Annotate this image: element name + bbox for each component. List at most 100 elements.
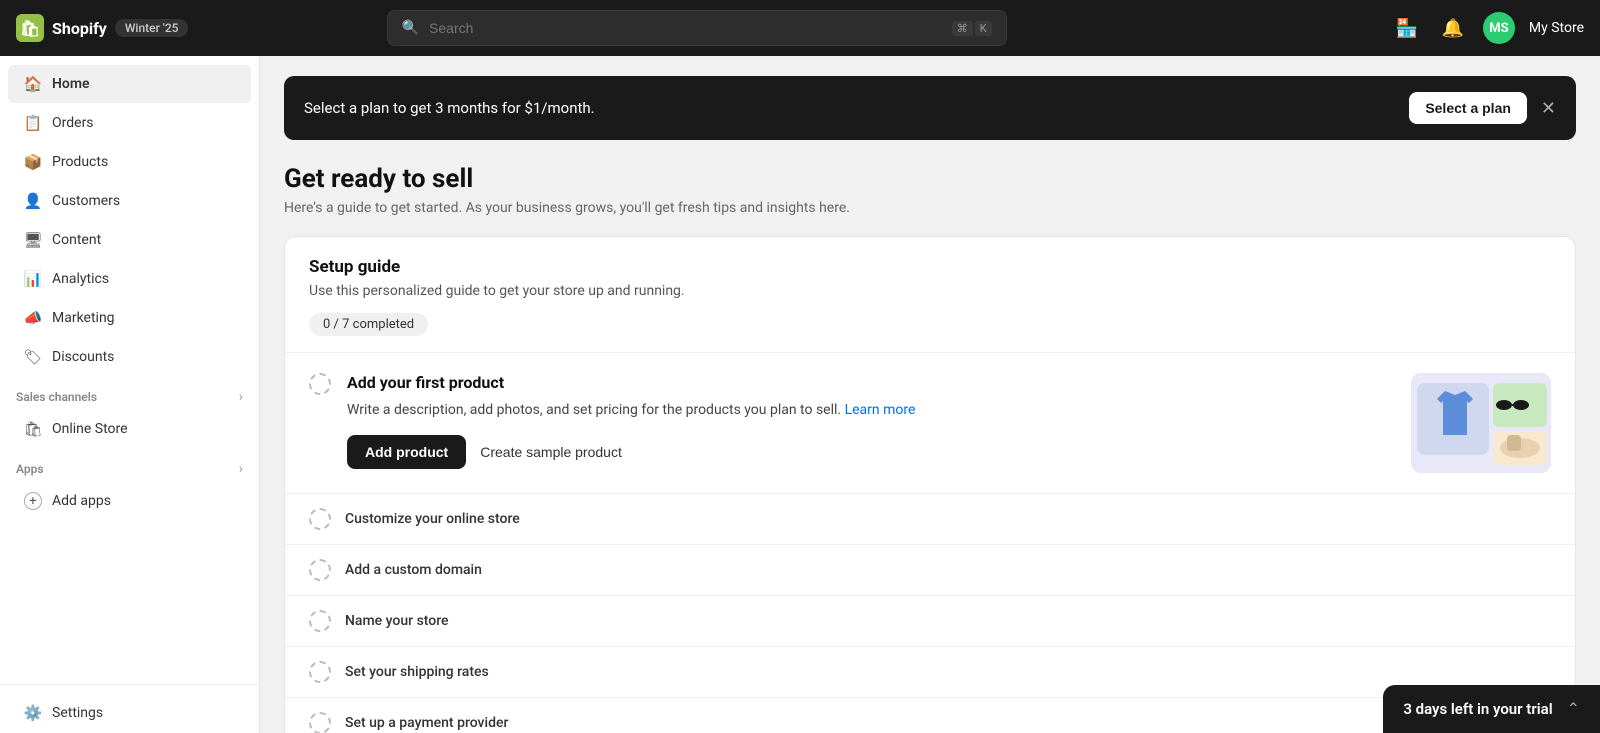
progress-badge: 0 / 7 completed xyxy=(309,313,428,336)
settings-icon: ⚙️ xyxy=(24,704,42,722)
sidebar-label-orders: Orders xyxy=(52,115,94,131)
sidebar-label-discounts: Discounts xyxy=(52,349,114,365)
sidebar-label-products: Products xyxy=(52,154,108,170)
trial-collapse-button[interactable]: ⌃ xyxy=(1567,699,1580,719)
name-store-check-circle xyxy=(309,610,331,632)
hero-title: Get ready to sell xyxy=(284,164,1576,194)
custom-domain-label: Add a custom domain xyxy=(345,562,482,578)
sidebar-label-marketing: Marketing xyxy=(52,310,115,326)
add-apps-icon: + xyxy=(24,492,42,510)
sidebar-label-analytics: Analytics xyxy=(52,271,109,287)
search-icon: 🔍 xyxy=(402,20,419,36)
banner-close-button[interactable]: ✕ xyxy=(1541,98,1556,119)
online-store-icon: 🛍 xyxy=(24,420,42,438)
sales-channels-section: Sales channels › xyxy=(0,377,259,409)
apps-section: Apps › xyxy=(0,449,259,481)
setup-item-custom-domain[interactable]: Add a custom domain xyxy=(285,544,1575,595)
notification-bell-button[interactable]: 🔔 xyxy=(1437,12,1469,44)
customers-icon: 👤 xyxy=(24,192,42,210)
sales-channels-chevron-icon: › xyxy=(239,389,243,405)
sidebar-item-online-store[interactable]: 🛍 Online Store xyxy=(8,410,251,448)
add-product-title: Add your first product xyxy=(347,373,1395,392)
custom-domain-check-circle xyxy=(309,559,331,581)
add-product-content: Add your first product Write a descripti… xyxy=(347,373,1395,469)
sidebar-label-add-apps: Add apps xyxy=(52,493,111,509)
banner-text: Select a plan to get 3 months for $1/mon… xyxy=(304,99,1409,117)
trial-days-number: 3 xyxy=(1403,700,1412,718)
product-illustration-svg xyxy=(1411,373,1551,473)
winter-badge: Winter '25 xyxy=(115,19,189,37)
sidebar-label-home: Home xyxy=(52,76,90,92)
sidebar-item-marketing[interactable]: 📣 Marketing xyxy=(8,299,251,337)
setup-guide-description: Use this personalized guide to get your … xyxy=(309,283,1551,299)
sidebar-item-products[interactable]: 📦 Products xyxy=(8,143,251,181)
app-name: Shopify xyxy=(52,19,107,38)
sidebar: 🏠 Home 📋 Orders 📦 Products 👤 Customers 🖥 xyxy=(0,56,260,733)
shopify-bag-icon: 🛍 xyxy=(16,14,44,42)
sidebar-item-customers[interactable]: 👤 Customers xyxy=(8,182,251,220)
add-product-actions: Add product Create sample product xyxy=(347,435,1395,469)
home-icon: 🏠 xyxy=(24,75,42,93)
sidebar-item-home[interactable]: 🏠 Home xyxy=(8,65,251,103)
add-product-learn-more-link[interactable]: Learn more xyxy=(845,402,916,418)
sidebar-label-content: Content xyxy=(52,232,101,248)
store-name: My Store xyxy=(1529,20,1584,36)
setup-item-customize-store[interactable]: Customize your online store xyxy=(285,493,1575,544)
setup-item-name-store[interactable]: Name your store xyxy=(285,595,1575,646)
apps-label: Apps xyxy=(16,462,44,476)
hero-subtitle: Here's a guide to get started. As your b… xyxy=(284,200,1576,216)
orders-icon: 📋 xyxy=(24,114,42,132)
content-icon: 🖥 xyxy=(24,231,42,249)
sidebar-label-settings: Settings xyxy=(52,705,103,721)
main-content: Select a plan to get 3 months for $1/mon… xyxy=(260,56,1600,733)
apps-chevron-icon: › xyxy=(239,461,243,477)
search-shortcut: ⌘ K xyxy=(952,21,992,36)
name-store-label: Name your store xyxy=(345,613,449,629)
shortcut-symbol: ⌘ xyxy=(952,21,973,36)
trial-days: 3 days left in your trial xyxy=(1403,700,1552,718)
main-layout: 🏠 Home 📋 Orders 📦 Products 👤 Customers 🖥 xyxy=(0,56,1600,733)
trial-message: days left in your trial xyxy=(1416,700,1553,718)
sidebar-item-add-apps[interactable]: + Add apps xyxy=(8,482,251,520)
top-navigation: 🛍 Shopify Winter '25 🔍 ⌘ K 🏪 🔔 MS My Sto… xyxy=(0,0,1600,56)
sidebar-item-settings[interactable]: ⚙️ Settings xyxy=(8,694,251,732)
topnav-right: 🏪 🔔 MS My Store xyxy=(1391,12,1584,44)
search-bar[interactable]: 🔍 ⌘ K xyxy=(387,10,1007,46)
customize-store-label: Customize your online store xyxy=(345,511,520,527)
sidebar-item-content[interactable]: 🖥 Content xyxy=(8,221,251,259)
marketing-icon: 📣 xyxy=(24,309,42,327)
setup-item-payment[interactable]: Set up a payment provider xyxy=(285,697,1575,733)
sidebar-item-orders[interactable]: 📋 Orders xyxy=(8,104,251,142)
sidebar-label-online-store: Online Store xyxy=(52,421,128,437)
setup-item-add-product: Add your first product Write a descripti… xyxy=(285,352,1575,493)
shortcut-key: K xyxy=(975,21,992,36)
shipping-check-circle xyxy=(309,661,331,683)
add-product-button[interactable]: Add product xyxy=(347,435,466,469)
setup-item-shipping[interactable]: Set your shipping rates xyxy=(285,646,1575,697)
analytics-icon: 📊 xyxy=(24,270,42,288)
shopify-logo: 🛍 Shopify Winter '25 xyxy=(16,14,188,42)
plan-banner: Select a plan to get 3 months for $1/mon… xyxy=(284,76,1576,140)
products-icon: 📦 xyxy=(24,153,42,171)
setup-guide-title: Setup guide xyxy=(309,257,1551,277)
storefront-icon-button[interactable]: 🏪 xyxy=(1391,12,1423,44)
add-product-desc: Write a description, add photos, and set… xyxy=(347,400,1395,421)
sales-channels-label: Sales channels xyxy=(16,390,97,404)
discounts-icon: 🏷 xyxy=(24,348,42,366)
add-product-check-circle[interactable] xyxy=(309,373,331,395)
select-plan-button[interactable]: Select a plan xyxy=(1409,92,1527,124)
shipping-label: Set your shipping rates xyxy=(345,664,489,680)
payment-check-circle xyxy=(309,712,331,733)
sidebar-item-analytics[interactable]: 📊 Analytics xyxy=(8,260,251,298)
create-sample-product-button[interactable]: Create sample product xyxy=(480,444,622,460)
payment-label: Set up a payment provider xyxy=(345,715,508,731)
trial-banner: 3 days left in your trial ⌃ xyxy=(1383,685,1600,733)
avatar[interactable]: MS xyxy=(1483,12,1515,44)
customize-store-check-circle xyxy=(309,508,331,530)
sidebar-item-discounts[interactable]: 🏷 Discounts xyxy=(8,338,251,376)
setup-guide-card: Setup guide Use this personalized guide … xyxy=(284,236,1576,733)
setup-card-header: Setup guide Use this personalized guide … xyxy=(285,237,1575,352)
sidebar-bottom: ⚙️ Settings xyxy=(0,684,259,733)
search-input[interactable] xyxy=(429,20,942,36)
product-illustration xyxy=(1411,373,1551,473)
